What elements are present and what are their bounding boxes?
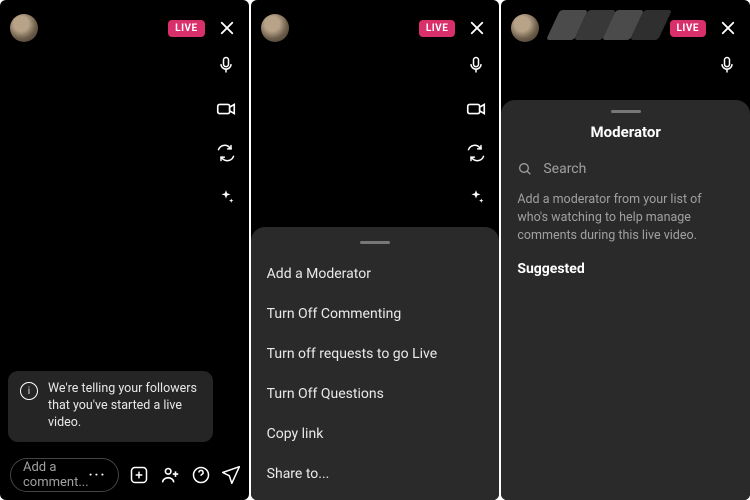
top-bar-right: LIVE bbox=[168, 16, 239, 40]
help-text: Add a moderator from your list of who's … bbox=[517, 191, 734, 245]
sheet-grabber[interactable] bbox=[360, 241, 390, 244]
top-bar: LIVE bbox=[0, 0, 249, 56]
bottom-bar: Add a comment... ··· bbox=[0, 450, 249, 500]
sheet-item-copy-link[interactable]: Copy link bbox=[267, 414, 484, 454]
sheet-item-share-to[interactable]: Share to... bbox=[267, 454, 484, 494]
moderator-panel: Moderator Search Add a moderator from yo… bbox=[501, 100, 750, 500]
side-rail bbox=[213, 52, 239, 210]
sheet-item-add-moderator[interactable]: Add a Moderator bbox=[267, 254, 484, 294]
live-badge: LIVE bbox=[419, 20, 456, 37]
sheet-item-turn-off-commenting[interactable]: Turn Off Commenting bbox=[267, 294, 484, 334]
camera-icon[interactable] bbox=[213, 96, 239, 122]
mic-icon[interactable] bbox=[213, 52, 239, 78]
phone-3: LIVE Moderator Search Add a moderator fr… bbox=[501, 0, 750, 500]
search-icon bbox=[517, 161, 533, 177]
mic-icon[interactable] bbox=[463, 52, 489, 78]
flip-icon[interactable] bbox=[213, 140, 239, 166]
add-guest-icon[interactable] bbox=[159, 463, 181, 487]
avatar[interactable] bbox=[10, 14, 38, 42]
avatar[interactable] bbox=[261, 14, 289, 42]
camera-icon[interactable] bbox=[463, 96, 489, 122]
live-badge: LIVE bbox=[670, 20, 707, 37]
comment-placeholder: Add a comment... bbox=[23, 460, 89, 490]
top-bar-right: LIVE bbox=[419, 16, 490, 40]
phone-1: LIVE i We're telling your followers that… bbox=[0, 0, 249, 500]
search-placeholder: Search bbox=[543, 161, 586, 177]
three-phone-row: LIVE i We're telling your followers that… bbox=[0, 0, 750, 500]
sparkle-icon[interactable] bbox=[463, 184, 489, 210]
sheet-item-turn-off-requests[interactable]: Turn off requests to go Live bbox=[267, 334, 484, 374]
close-icon[interactable] bbox=[465, 16, 489, 40]
sparkle-icon[interactable] bbox=[213, 184, 239, 210]
side-rail bbox=[463, 52, 489, 210]
redaction-overlay bbox=[553, 10, 673, 42]
question-icon[interactable] bbox=[191, 463, 211, 487]
suggested-header: Suggested bbox=[517, 261, 734, 277]
options-sheet: Add a Moderator Turn Off Commenting Turn… bbox=[251, 227, 500, 500]
phone-2: LIVE Add a Moderator Turn Off Commenting… bbox=[251, 0, 500, 500]
close-icon[interactable] bbox=[716, 16, 740, 40]
top-bar: LIVE bbox=[251, 0, 500, 56]
add-media-icon[interactable] bbox=[129, 463, 149, 487]
search-input[interactable]: Search bbox=[517, 155, 734, 191]
live-badge: LIVE bbox=[168, 20, 205, 37]
avatar[interactable] bbox=[511, 14, 539, 42]
close-icon[interactable] bbox=[215, 16, 239, 40]
comment-input[interactable]: Add a comment... ··· bbox=[10, 458, 119, 492]
toast-live-started: i We're telling your followers that you'… bbox=[8, 371, 213, 442]
more-icon[interactable]: ··· bbox=[89, 468, 107, 483]
toast-text: We're telling your followers that you've… bbox=[48, 381, 201, 432]
share-icon[interactable] bbox=[221, 463, 241, 487]
sheet-grabber[interactable] bbox=[611, 110, 641, 113]
sheet-item-turn-off-questions[interactable]: Turn Off Questions bbox=[267, 374, 484, 414]
top-bar-right: LIVE bbox=[670, 16, 741, 40]
mic-icon[interactable] bbox=[714, 52, 740, 78]
flip-icon[interactable] bbox=[463, 140, 489, 166]
panel-title: Moderator bbox=[517, 123, 734, 141]
info-icon: i bbox=[20, 382, 38, 400]
